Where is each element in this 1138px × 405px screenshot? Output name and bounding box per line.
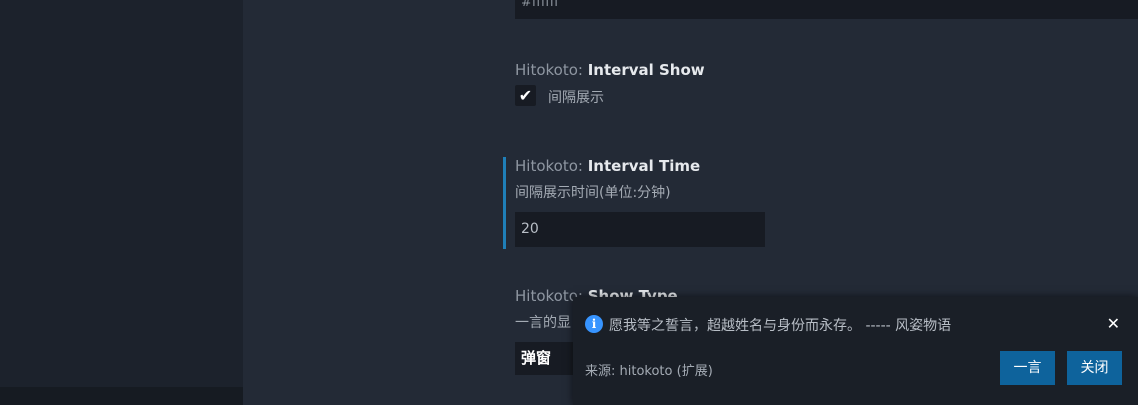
interval-time-title: Hitokoto: Interval Time: [515, 157, 700, 175]
left-sidebar: [0, 0, 243, 405]
hitokoto-button[interactable]: 一言: [1000, 351, 1055, 385]
interval-show-checkbox[interactable]: ✔: [515, 85, 536, 106]
info-icon: i: [585, 315, 603, 333]
status-bar-segment: [0, 387, 243, 405]
show-type-description: 一言的显: [515, 315, 571, 331]
setting-prefix: Hitokoto:: [515, 157, 588, 175]
color-field[interactable]: #ffffff: [515, 0, 1138, 19]
setting-name: Interval Time: [587, 157, 701, 175]
interval-show-title: Hitokoto: Interval Show: [515, 61, 705, 79]
notification-message: 愿我等之誓言，超越姓名与身份而永存。 ----- 风姿物语: [609, 318, 952, 334]
notification-toast: i 愿我等之誓言，超越姓名与身份而永存。 ----- 风姿物语 ✕ 来源: hi…: [573, 297, 1138, 405]
interval-time-description: 间隔展示时间(单位:分钟): [515, 185, 671, 201]
setting-prefix: Hitokoto:: [515, 61, 588, 79]
interval-time-input[interactable]: 20: [515, 212, 765, 247]
close-icon[interactable]: ✕: [1107, 315, 1120, 333]
setting-name: Interval Show: [587, 61, 705, 79]
notification-source: 来源: hitokoto (扩展): [585, 364, 713, 379]
interval-show-description: 间隔展示: [548, 90, 604, 106]
check-icon: ✔: [518, 86, 533, 105]
focus-indicator: [503, 157, 506, 249]
close-button[interactable]: 关闭: [1067, 351, 1122, 385]
